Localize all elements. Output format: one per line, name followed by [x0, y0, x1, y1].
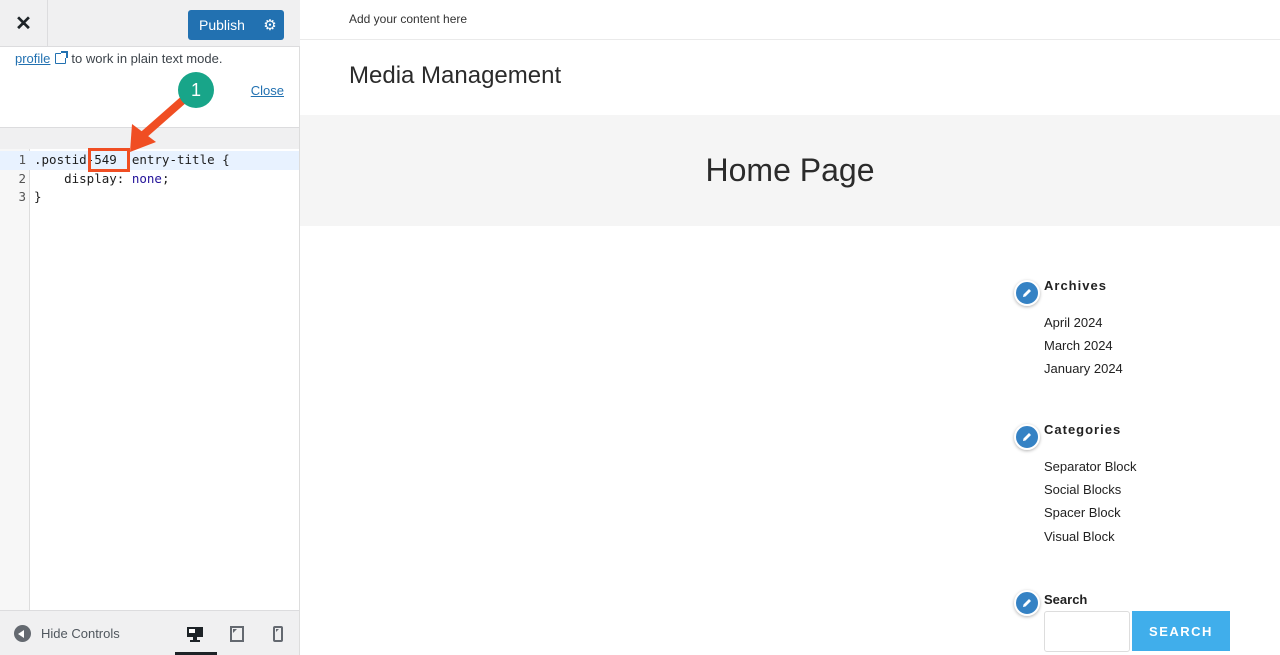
category-link[interactable]: Separator Block — [1044, 459, 1137, 474]
edit-pencil-icon[interactable] — [1014, 590, 1040, 616]
category-link[interactable]: Spacer Block — [1044, 505, 1121, 520]
archive-link[interactable]: April 2024 — [1044, 315, 1103, 330]
notice-message: to work in plain text mode. — [71, 51, 223, 66]
annotation-step-badge: 1 — [178, 72, 214, 108]
mobile-icon — [273, 626, 283, 642]
site-title[interactable]: Media Management — [349, 62, 561, 90]
desktop-preview-button[interactable] — [175, 621, 217, 655]
publish-group: Publish ⚙ — [188, 10, 284, 40]
customizer-panel: ✕ Publish ⚙ profile to work in plain text… — [0, 0, 300, 655]
panel-footer: Hide Controls — [0, 610, 299, 655]
line-gutter — [0, 149, 30, 610]
desktop-icon — [187, 627, 203, 642]
search-button[interactable]: SEARCH — [1132, 611, 1230, 651]
hide-controls-label: Hide Controls — [41, 626, 120, 641]
tablet-preview-button[interactable] — [223, 621, 251, 647]
hide-controls-button[interactable]: Hide Controls — [14, 625, 120, 642]
widget-title: Categories — [1044, 422, 1122, 437]
panel-header: ✕ Publish ⚙ — [0, 0, 300, 47]
edit-pencil-icon[interactable] — [1014, 424, 1040, 450]
page-header-banner: Home Page — [300, 115, 1280, 226]
collapse-arrow-icon — [14, 625, 31, 642]
topbar-text: Add your content here — [349, 12, 468, 26]
gear-icon[interactable]: ⚙ — [256, 16, 284, 34]
tablet-icon — [230, 626, 244, 642]
widget-title: Archives — [1044, 278, 1107, 293]
code-text: } — [34, 189, 42, 204]
css-code-editor[interactable]: 1 .postid-549 .entry-title { 2 display: … — [0, 149, 299, 610]
code-line[interactable]: 3 } — [0, 188, 299, 207]
notice-text: profile to work in plain text mode. — [15, 51, 222, 66]
profile-link[interactable]: profile — [15, 51, 50, 66]
code-line[interactable]: 2 display: none; — [0, 170, 299, 189]
external-link-icon — [55, 51, 69, 64]
category-link[interactable]: Visual Block — [1044, 529, 1115, 544]
publish-button[interactable]: Publish — [188, 17, 256, 33]
widget-title: Search — [1044, 592, 1088, 607]
css-semicolon: ; — [161, 170, 170, 186]
close-customizer-button[interactable]: ✕ — [0, 0, 48, 47]
line-number: 2 — [18, 170, 26, 186]
code-text: display: none; — [34, 170, 169, 189]
category-link[interactable]: Social Blocks — [1044, 482, 1121, 497]
close-notice-link[interactable]: Close — [251, 83, 284, 98]
page-title: Home Page — [705, 152, 875, 188]
css-property: display: — [34, 170, 132, 186]
archive-link[interactable]: January 2024 — [1044, 361, 1123, 376]
edit-pencil-icon[interactable] — [1014, 280, 1040, 306]
line-number: 3 — [18, 189, 26, 204]
preview-topbar: Add your content here — [300, 0, 1280, 40]
archive-link[interactable]: March 2024 — [1044, 338, 1113, 353]
site-preview: Add your content here Media Management H… — [300, 0, 1280, 655]
customizer-window: ✕ Publish ⚙ profile to work in plain text… — [0, 0, 1280, 655]
search-input[interactable] — [1044, 611, 1130, 652]
css-value: none — [131, 170, 162, 186]
line-number: 1 — [18, 152, 26, 167]
mobile-preview-button[interactable] — [264, 621, 292, 647]
close-icon: ✕ — [15, 13, 32, 35]
